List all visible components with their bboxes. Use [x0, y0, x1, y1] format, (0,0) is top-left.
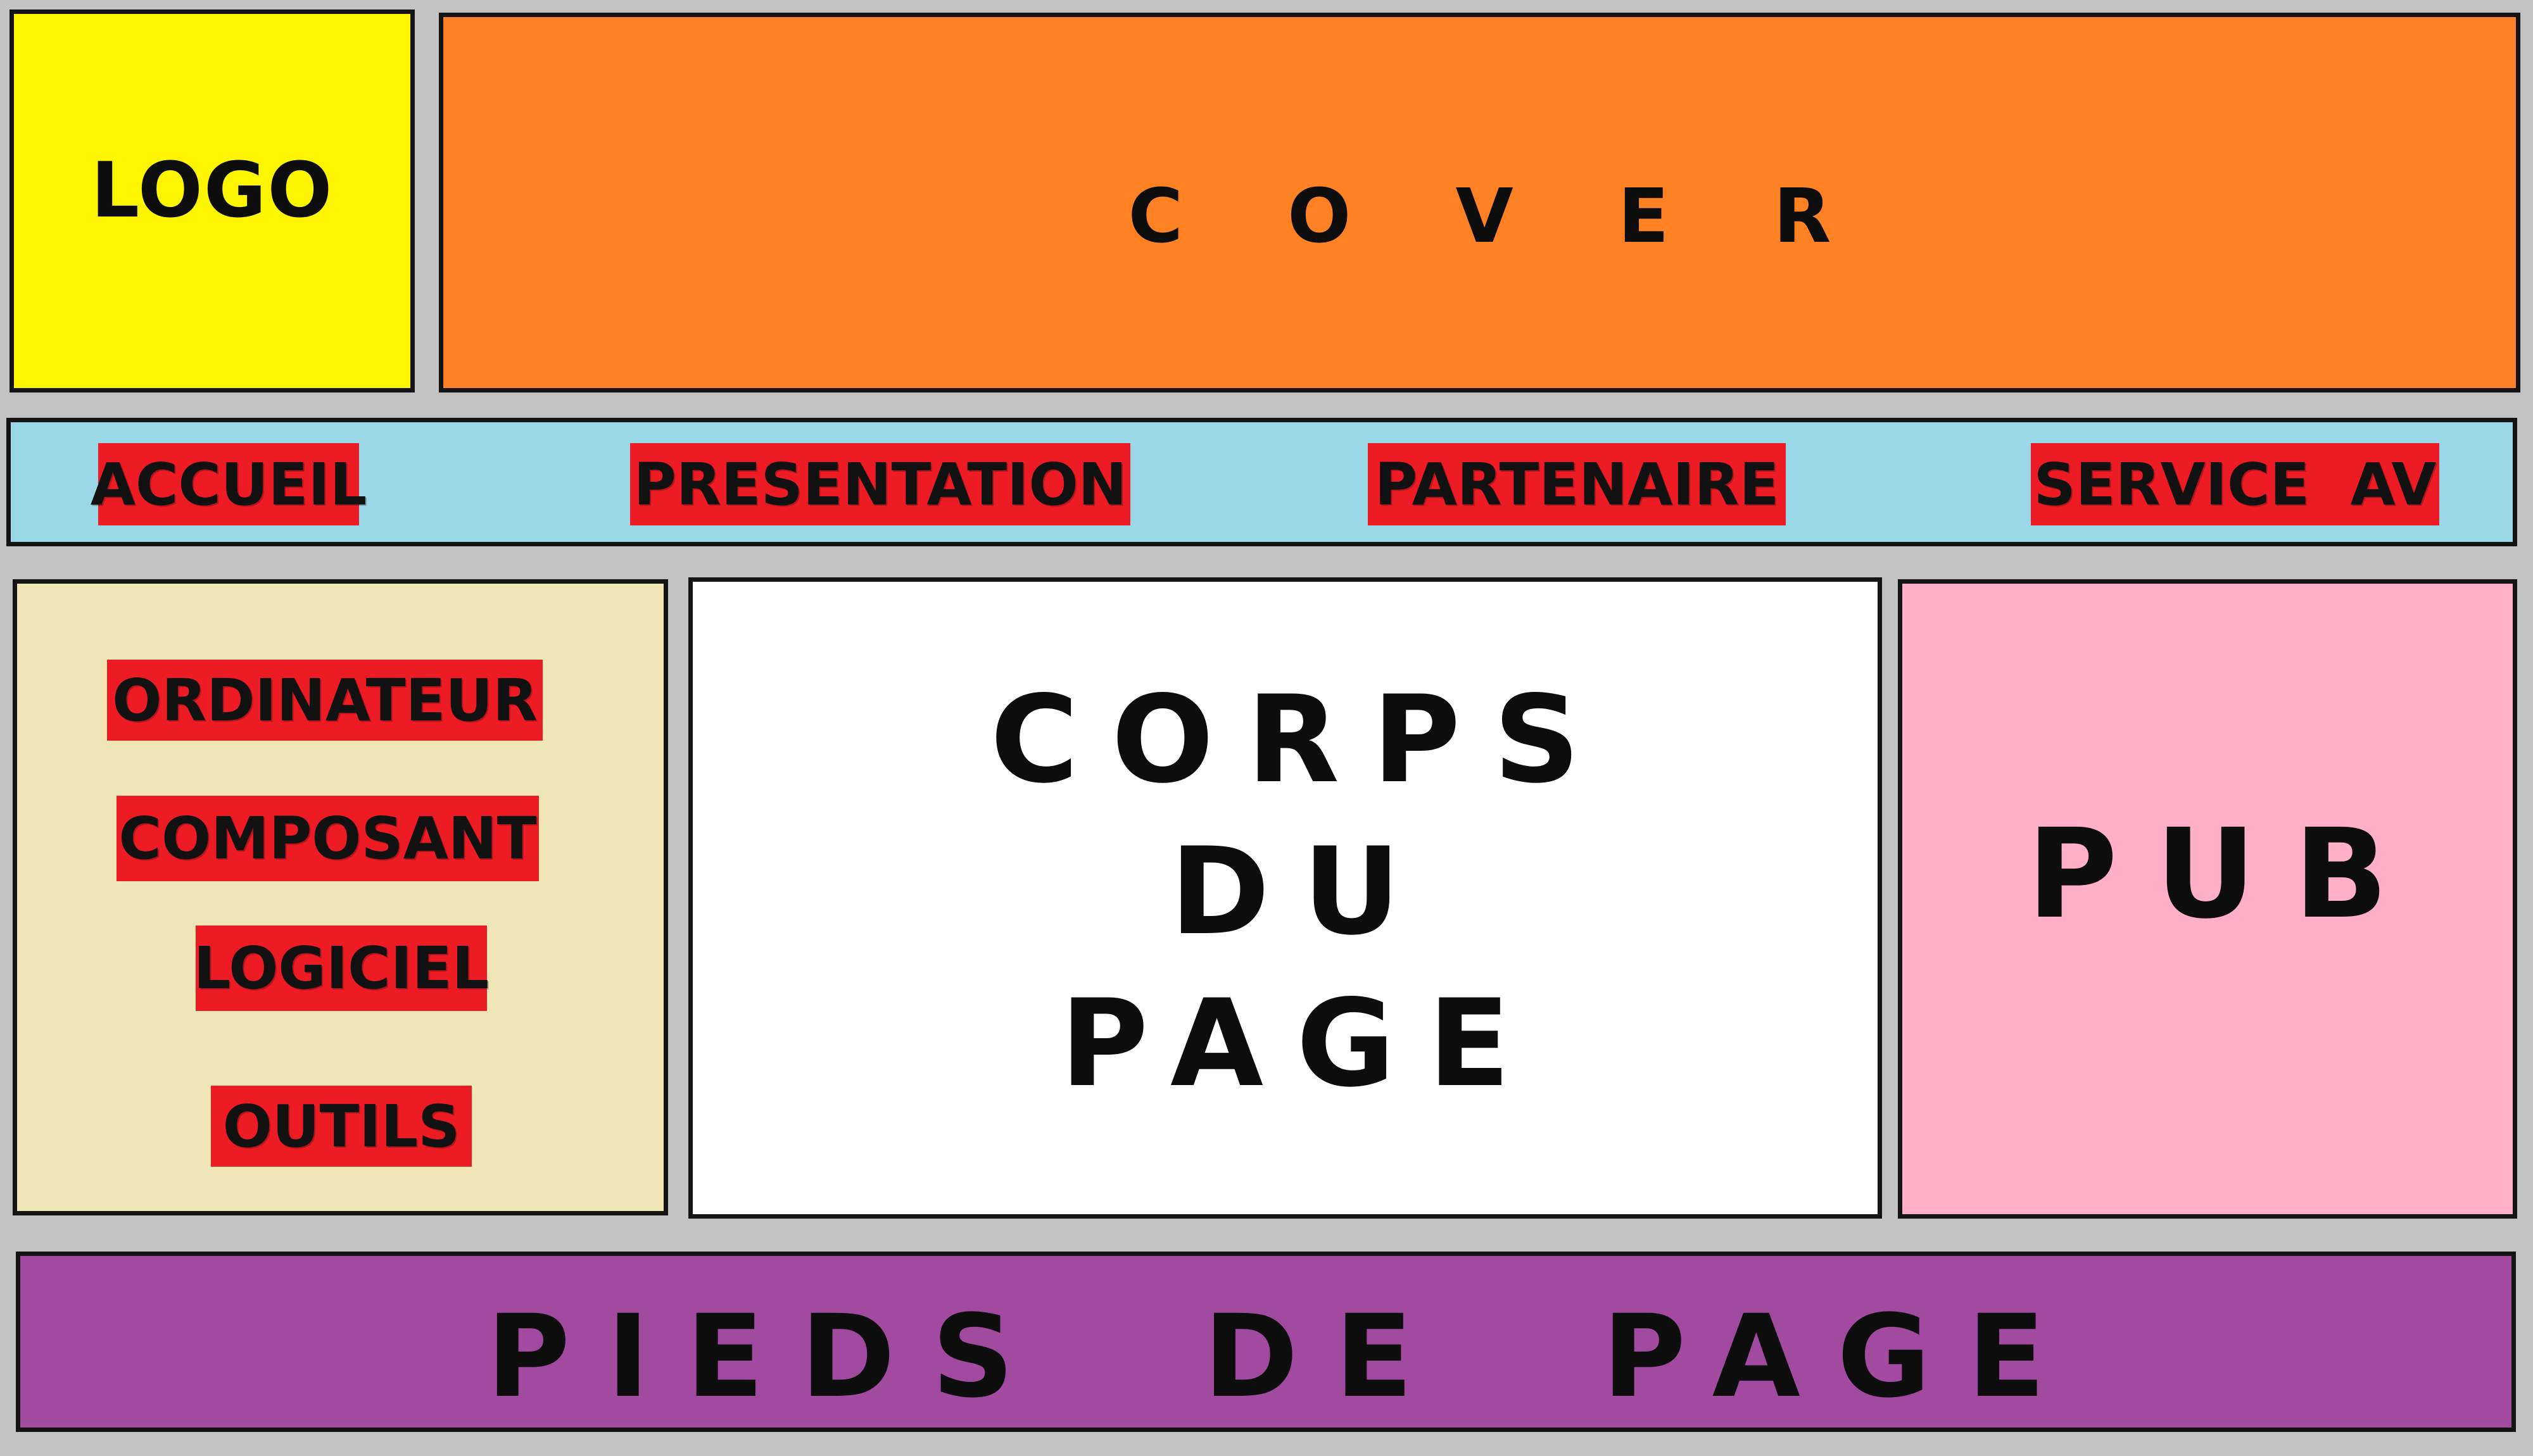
footer-label: PIEDS DE PAGE	[486, 1291, 2082, 1423]
nav-item-partenaire[interactable]: PARTENAIRE	[1368, 443, 1786, 525]
nav-item-presentation[interactable]: PRESENTATION	[630, 443, 1130, 525]
footer: PIEDS DE PAGE	[16, 1252, 2516, 1432]
nav-item-accueil[interactable]: ACCUEIL	[91, 443, 367, 525]
logo-box[interactable]: LOGO	[9, 9, 415, 392]
nav-bar: ACCUEIL PRESENTATION PARTENAIRE SERVICE …	[6, 418, 2517, 546]
page-body-line-3: PAGE	[1060, 974, 1543, 1114]
logo-label: LOGO	[91, 147, 334, 235]
cover-box: C O V E R	[439, 13, 2520, 392]
page-body-line-1: CORPS	[990, 670, 1614, 810]
nav-item-service-av[interactable]: SERVICE AV	[2031, 443, 2439, 525]
page-body-title: CORPS DU PAGE	[693, 664, 1878, 1120]
ad-box[interactable]: PUB	[1898, 579, 2517, 1219]
page-body-line-2: DU	[1170, 822, 1434, 962]
ad-label: PUB	[2027, 802, 2426, 946]
cover-label: C O V E R	[1128, 172, 1871, 260]
sidebar-item-composant[interactable]: COMPOSANT	[117, 796, 539, 881]
sidebar: ORDINATEUR COMPOSANT LOGICIEL OUTILS	[13, 579, 668, 1215]
page-body: CORPS DU PAGE	[688, 577, 1882, 1219]
sidebar-item-outils[interactable]: OUTILS	[211, 1086, 472, 1167]
sidebar-item-ordinateur[interactable]: ORDINATEUR	[107, 660, 543, 741]
sidebar-item-logiciel[interactable]: LOGICIEL	[194, 926, 489, 1011]
